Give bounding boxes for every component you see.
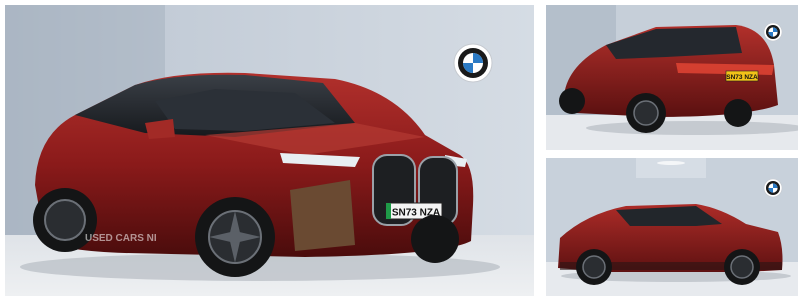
side-car-image bbox=[546, 158, 798, 296]
svg-text:USED CARS NI: USED CARS NI bbox=[85, 233, 157, 244]
main-car-image: SN73 NZA USED CARS NI bbox=[5, 5, 534, 296]
front-wheel bbox=[195, 197, 275, 277]
photo-gallery: SN73 NZA USED CARS NI SN73 NZA bbox=[0, 0, 798, 300]
bmw-roundel-icon bbox=[453, 43, 493, 83]
bmw-roundel-icon bbox=[763, 178, 783, 198]
number-plate: SN73 NZA bbox=[725, 70, 759, 82]
side-photo[interactable] bbox=[546, 158, 798, 296]
rear-photo[interactable]: SN73 NZA bbox=[546, 5, 798, 150]
svg-text:SN73 NZA: SN73 NZA bbox=[726, 74, 758, 81]
bmw-roundel-icon bbox=[763, 22, 783, 42]
rear-car-image: SN73 NZA bbox=[546, 5, 798, 150]
main-photo[interactable]: SN73 NZA USED CARS NI bbox=[5, 5, 534, 296]
